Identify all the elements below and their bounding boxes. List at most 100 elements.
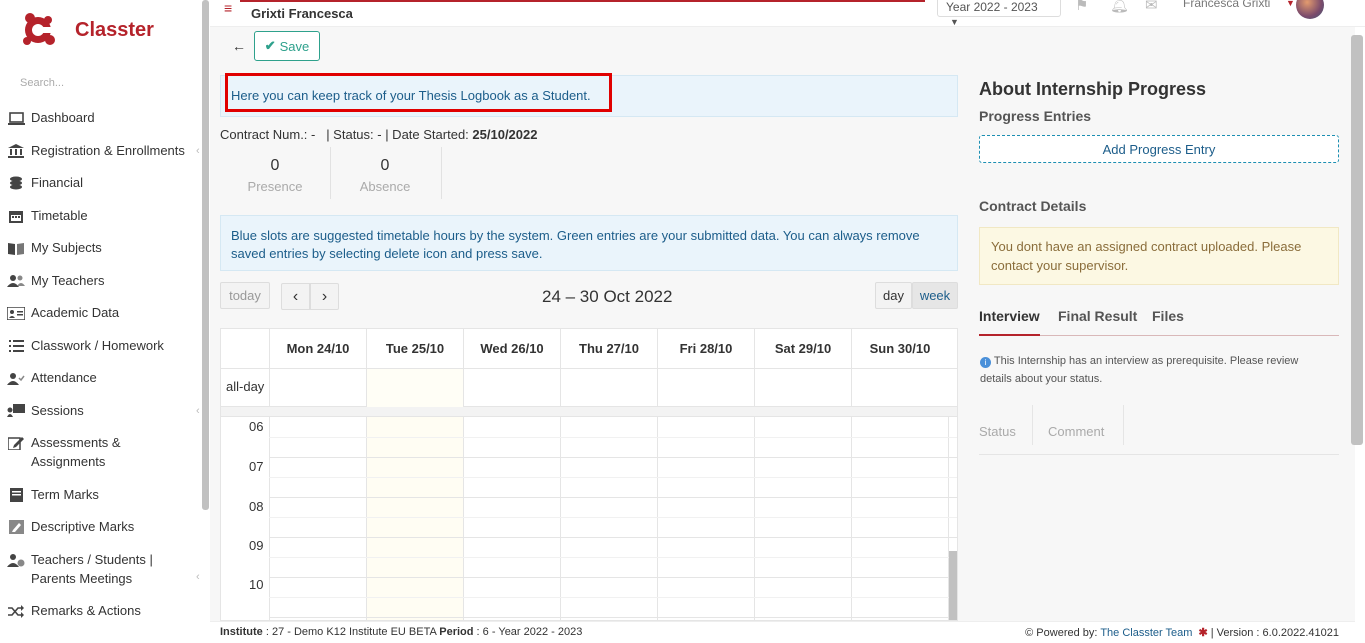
stat-divider	[441, 147, 442, 199]
calendar-range-title: 24 – 30 Oct 2022	[542, 287, 673, 306]
sidebar-item-label: Registration & Enrollments	[31, 142, 185, 158]
copyright-icon: ©	[1025, 627, 1034, 639]
laptop-icon	[7, 111, 25, 125]
day-view-button[interactable]: day	[875, 282, 912, 309]
hour-label: 07	[249, 459, 264, 474]
allday-cell[interactable]	[851, 369, 948, 407]
time-grid[interactable]: 06 07 08 09 10	[221, 417, 957, 620]
hour-line	[269, 537, 957, 538]
hour-line	[269, 457, 957, 458]
day-header[interactable]: Mon 24/10	[269, 329, 366, 369]
tab-files[interactable]: Files	[1152, 308, 1184, 324]
save-label: Save	[279, 38, 310, 54]
sidebar-item-sessions[interactable]: Sessions	[7, 401, 202, 420]
tab-final-result[interactable]: Final Result	[1058, 308, 1137, 324]
hour-label: 08	[249, 499, 264, 514]
menu-toggle-icon[interactable]: ≡	[224, 0, 232, 16]
allday-label: all-day	[226, 379, 265, 394]
sidebar-item-meetings[interactable]: Teachers / Students | Parents Meetings	[7, 550, 202, 588]
calendar-divider	[221, 407, 957, 417]
absence-label: Absence	[359, 179, 411, 194]
prev-week-button[interactable]: ‹	[281, 283, 310, 310]
sidebar-item-label: Term Marks	[31, 486, 99, 502]
highlight-box	[225, 73, 612, 112]
shuffle-icon	[7, 604, 25, 618]
allday-cell[interactable]	[657, 369, 754, 407]
sidebar-item-financial[interactable]: Financial	[7, 173, 202, 192]
sidebar-item-my-subjects[interactable]: My Subjects	[7, 238, 202, 257]
status-column-header: Status	[979, 424, 1016, 439]
hour-label: 10	[249, 577, 264, 592]
sidebar-item-descriptive-marks[interactable]: Descriptive Marks	[7, 517, 202, 536]
today-button[interactable]: today	[220, 282, 270, 309]
sidebar-item-dashboard[interactable]: Dashboard	[7, 108, 202, 127]
powered-by-label: Powered by:	[1036, 627, 1101, 639]
classter-team-link[interactable]: The Classter Team	[1100, 627, 1192, 639]
sidebar-item-academic-data[interactable]: Academic Data	[7, 303, 202, 322]
chevron-left-icon: ‹	[196, 145, 200, 157]
sidebar-item-remarks[interactable]: Remarks & Actions	[7, 601, 202, 620]
sidebar-item-my-teachers[interactable]: My Teachers	[7, 271, 202, 290]
sidebar-item-label: Remarks & Actions	[31, 603, 141, 618]
sidebar-item-attendance[interactable]: Attendance	[7, 368, 202, 387]
bell-icon[interactable]: 🔔︎	[1110, 0, 1132, 14]
institute-label: Institute	[220, 626, 263, 638]
sidebar-scrollbar[interactable]	[202, 0, 209, 510]
back-button[interactable]: ←	[228, 35, 250, 57]
book-marks-icon	[7, 487, 25, 502]
topbar-accent-line	[240, 0, 925, 2]
absence-stat: 0 Absence	[331, 152, 439, 198]
next-week-button[interactable]: ›	[310, 283, 339, 310]
save-button[interactable]: ✔ Save	[254, 31, 320, 61]
list-icon	[7, 339, 25, 353]
calendar-scrollbar[interactable]	[949, 551, 957, 620]
sidebar-item-label: My Teachers	[31, 272, 105, 288]
page-scrollbar[interactable]	[1351, 35, 1363, 445]
arrow-left-icon: ←	[232, 38, 246, 54]
add-progress-entry-button[interactable]: Add Progress Entry	[979, 135, 1339, 163]
flag-icon[interactable]: ⚑	[1075, 0, 1097, 14]
envelope-icon[interactable]: ✉	[1145, 0, 1167, 14]
allday-cell[interactable]	[754, 369, 851, 407]
tab-interview[interactable]: Interview	[979, 308, 1040, 336]
day-header[interactable]: Wed 26/10	[463, 329, 560, 369]
year-select-value: Year 2022 - 2023	[946, 0, 1038, 14]
sidebar-item-term-marks[interactable]: Term Marks	[7, 485, 202, 504]
week-view-button[interactable]: week	[912, 282, 958, 309]
coins-icon	[7, 176, 25, 190]
day-header[interactable]: Thu 27/10	[560, 329, 657, 369]
day-header[interactable]: Tue 25/10	[366, 329, 463, 369]
allday-cell[interactable]	[366, 369, 463, 407]
calendar-header: Mon 24/10 Tue 25/10 Wed 26/10 Thu 27/10 …	[221, 329, 957, 369]
sidebar-item-classwork[interactable]: Classwork / Homework	[7, 336, 202, 355]
sidebar-item-label: Assessments & Assignments	[31, 435, 121, 469]
sidebar-item-assessments[interactable]: Assessments & Assignments	[7, 433, 202, 471]
half-hour-line	[269, 597, 957, 598]
classter-logo-icon	[18, 10, 58, 50]
allday-cell[interactable]	[269, 369, 366, 407]
check-icon: ✔	[264, 38, 276, 53]
sidebar-item-label: My Subjects	[31, 240, 102, 255]
chevron-right-icon: ›	[321, 287, 328, 305]
day-header[interactable]: Fri 28/10	[657, 329, 754, 369]
user-name[interactable]: Francesca Grixti	[1183, 0, 1270, 10]
column-divider	[1123, 405, 1124, 445]
footer-powered: © Powered by: The Classter Team ✱ | Vers…	[1025, 626, 1339, 639]
period-value: : 6 - Year 2022 - 2023	[473, 626, 583, 638]
sidebar-search[interactable]: Search...	[20, 77, 64, 89]
half-hour-line	[269, 437, 957, 438]
classter-logo[interactable]: Classter	[18, 10, 154, 50]
sidebar-item-timetable[interactable]: Timetable	[7, 206, 202, 225]
year-select[interactable]: Year 2022 - 2023 ▼	[937, 0, 1061, 27]
day-header[interactable]: Sat 29/10	[754, 329, 851, 369]
allday-cell[interactable]	[463, 369, 560, 407]
presence-stat: 0 Presence	[221, 152, 329, 198]
sidebar-item-registration[interactable]: Registration & Enrollments	[7, 141, 202, 160]
user-check-icon	[7, 371, 25, 385]
allday-cell[interactable]	[560, 369, 657, 407]
users-icon	[7, 274, 25, 288]
user-caret-icon[interactable]: ▼	[1286, 0, 1295, 8]
day-header[interactable]: Sun 30/10	[851, 329, 948, 369]
contract-warning: You dont have an assigned contract uploa…	[979, 227, 1339, 285]
interview-note: i This Internship has an interview as pr…	[980, 352, 1330, 388]
